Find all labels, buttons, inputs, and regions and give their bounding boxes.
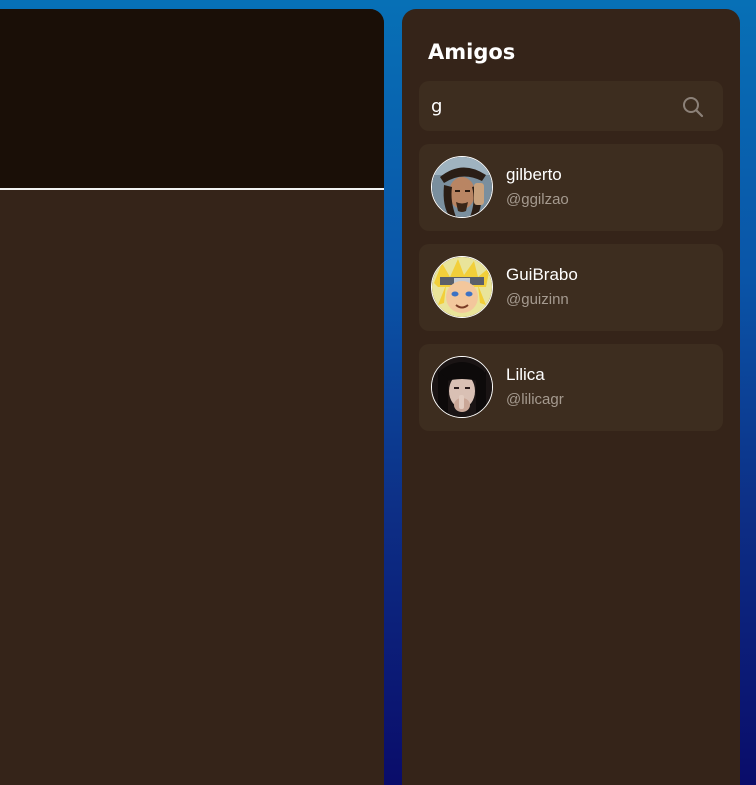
friend-handle: @ggilzao: [506, 191, 569, 208]
banner-divider: [0, 188, 384, 190]
friend-card-gilberto[interactable]: gilberto @ggilzao: [419, 144, 723, 231]
friends-panel: Amigos gilberto @: [402, 9, 740, 785]
anime-ninja-avatar[interactable]: [431, 256, 493, 318]
friend-card-guibrabo[interactable]: GuiBrabo @guizinn: [419, 244, 723, 331]
friend-name: GuiBrabo: [506, 265, 578, 284]
friends-title: Amigos: [428, 40, 516, 64]
friend-name: Lilica: [506, 365, 545, 384]
friend-handle: @guizinn: [506, 291, 569, 308]
dark-hair-avatar[interactable]: [431, 356, 493, 418]
profile-banner: [0, 9, 384, 188]
main-panel: [0, 9, 384, 785]
friend-search-input[interactable]: [431, 91, 661, 121]
pirate-avatar[interactable]: [431, 156, 493, 218]
friend-handle: @lilicagr: [506, 391, 564, 408]
friend-card-lilica[interactable]: Lilica @lilicagr: [419, 344, 723, 431]
friend-name: gilberto: [506, 165, 562, 184]
friend-search-box[interactable]: [419, 81, 723, 131]
search-icon[interactable]: [681, 95, 705, 119]
